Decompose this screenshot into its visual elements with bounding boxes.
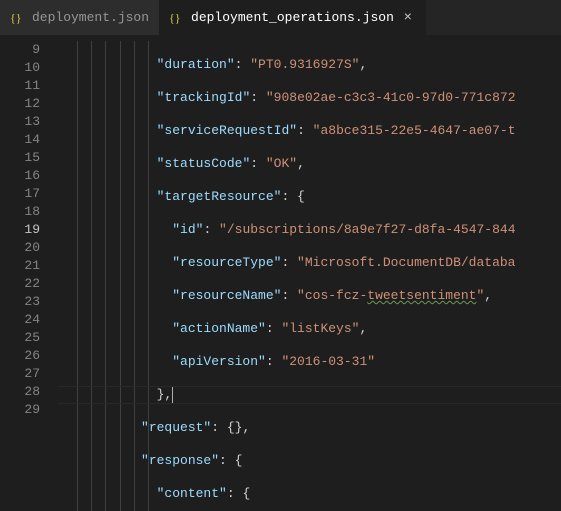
- tab-label: deployment.json: [32, 10, 149, 25]
- line-number: 17: [0, 185, 40, 203]
- line-number: 16: [0, 167, 40, 185]
- json-key: "apiVersion": [172, 354, 266, 369]
- svg-text:{}: {}: [10, 11, 22, 25]
- json-icon: {}: [10, 10, 26, 26]
- json-key: "request": [141, 420, 211, 435]
- line-number: 26: [0, 347, 40, 365]
- json-key: "statusCode": [157, 156, 251, 171]
- line-number: 15: [0, 149, 40, 167]
- code-content[interactable]: "duration": "PT0.9316927S", "trackingId"…: [58, 41, 561, 511]
- line-number: 9: [0, 41, 40, 59]
- line-number: 13: [0, 113, 40, 131]
- tab-deployment-json[interactable]: {} deployment.json: [0, 0, 159, 35]
- line-number: 23: [0, 293, 40, 311]
- line-number: 11: [0, 77, 40, 95]
- line-number: 14: [0, 131, 40, 149]
- json-value: "a8bce315-22e5-4647-ae07-t: [313, 123, 516, 138]
- json-key: "content": [157, 486, 227, 501]
- line-number: 28: [0, 383, 40, 401]
- line-number: 19: [0, 221, 40, 239]
- tab-deployment-operations-json[interactable]: {} deployment_operations.json ×: [159, 0, 426, 35]
- json-key: "trackingId": [157, 90, 251, 105]
- json-key: "targetResource": [157, 189, 282, 204]
- line-number: 25: [0, 329, 40, 347]
- json-key: "duration": [157, 57, 235, 72]
- svg-text:{}: {}: [169, 11, 181, 25]
- json-key: "id": [172, 222, 203, 237]
- tab-bar: {} deployment.json {} deployment_operati…: [0, 0, 561, 35]
- json-value: "Microsoft.DocumentDB/databa: [297, 255, 515, 270]
- line-number-gutter: 9101112131415161718192021222324252627282…: [0, 41, 58, 511]
- json-value: "listKeys": [281, 321, 359, 336]
- json-key: "resourceType": [172, 255, 281, 270]
- json-key: "response": [141, 453, 219, 468]
- close-icon[interactable]: ×: [400, 10, 416, 26]
- tab-label: deployment_operations.json: [191, 10, 394, 25]
- line-number: 29: [0, 401, 40, 419]
- json-key: "resourceName": [172, 288, 281, 303]
- json-value: "OK": [266, 156, 297, 171]
- line-number: 21: [0, 257, 40, 275]
- json-value: "PT0.9316927S": [250, 57, 359, 72]
- line-number: 10: [0, 59, 40, 77]
- json-value: "908e02ae-c3c3-41c0-97d0-771c872: [266, 90, 516, 105]
- json-key: "serviceRequestId": [157, 123, 297, 138]
- json-value: "2016-03-31": [281, 354, 375, 369]
- json-icon: {}: [169, 10, 185, 26]
- json-value: "/subscriptions/8a9e7f27-d8fa-4547-844: [219, 222, 515, 237]
- code-editor[interactable]: 9101112131415161718192021222324252627282…: [0, 35, 561, 511]
- line-number: 18: [0, 203, 40, 221]
- line-number: 27: [0, 365, 40, 383]
- json-key: "actionName": [172, 321, 266, 336]
- line-number: 12: [0, 95, 40, 113]
- line-number: 24: [0, 311, 40, 329]
- line-number: 20: [0, 239, 40, 257]
- line-number: 22: [0, 275, 40, 293]
